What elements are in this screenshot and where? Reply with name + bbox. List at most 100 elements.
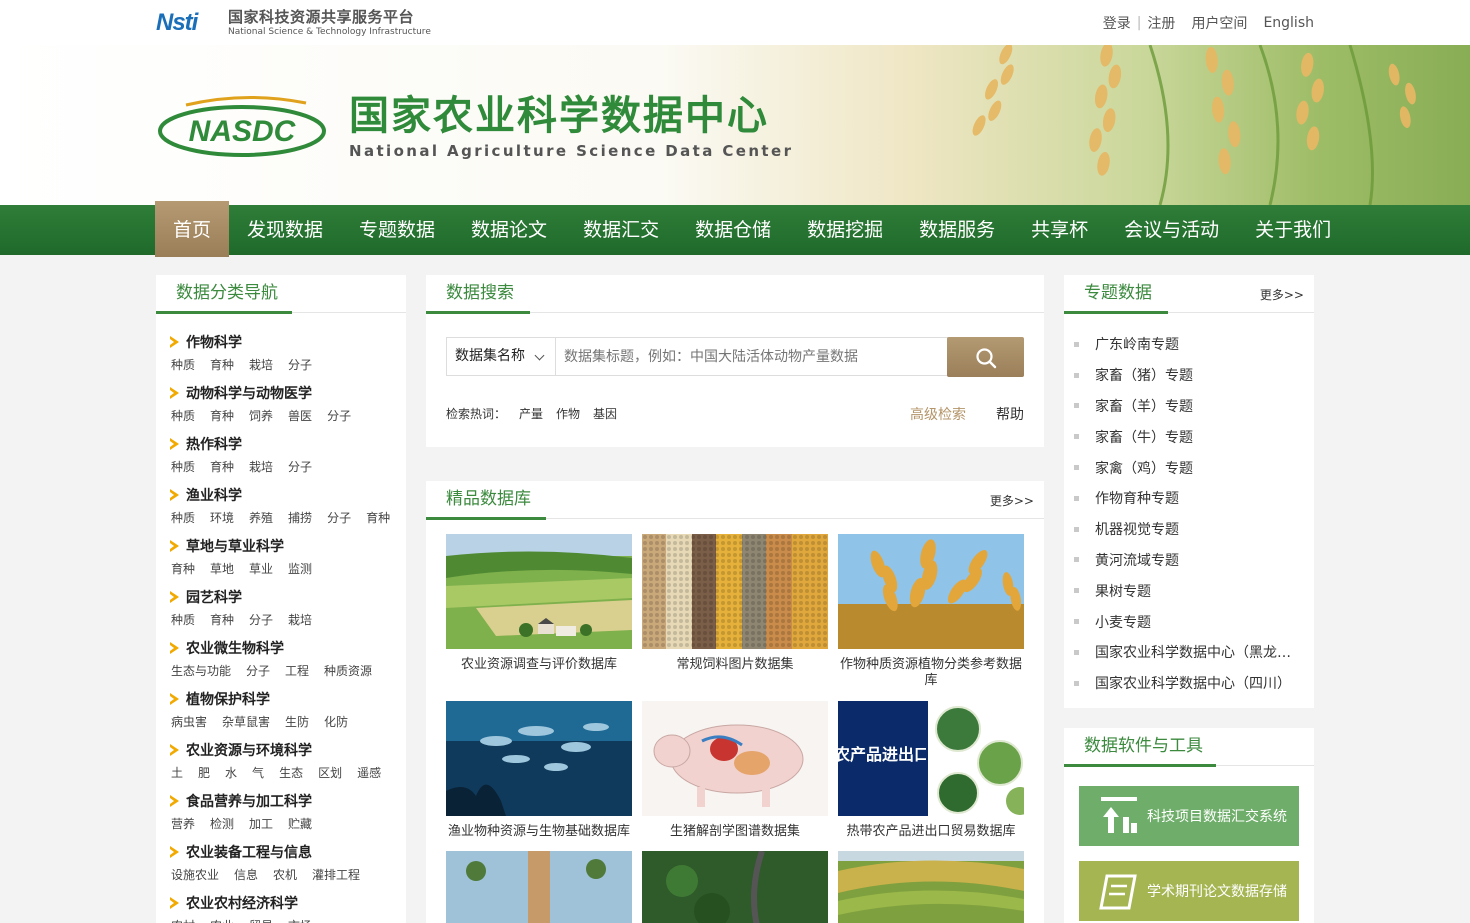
subcategory-link[interactable]: 检测 [210, 815, 234, 832]
category-title[interactable]: 渔业科学 [170, 484, 406, 506]
help-link[interactable]: 帮助 [996, 404, 1024, 424]
database-tile[interactable]: 渔业物种资源与生物基础数据库 [446, 701, 632, 840]
subcategory-link[interactable]: 生防 [285, 713, 309, 730]
topic-item[interactable]: 广东岭南专题 [1074, 329, 1314, 360]
nav-data-mining[interactable]: 数据挖掘 [789, 205, 901, 255]
category-title[interactable]: 农业资源与环境科学 [170, 739, 406, 761]
category-title[interactable]: 农业装备工程与信息 [170, 841, 406, 863]
subcategory-link[interactable]: 气 [252, 764, 264, 781]
subcategory-link[interactable]: 灌排工程 [312, 866, 360, 883]
journal-paper-storage-button[interactable]: 学术期刊论文数据存储 [1079, 861, 1299, 921]
subcategory-link[interactable]: 土 [171, 764, 183, 781]
subcategory-link[interactable]: 饲养 [249, 407, 273, 424]
subcategory-link[interactable]: 兽医 [288, 407, 312, 424]
subcategory-link[interactable]: 信息 [234, 866, 258, 883]
subcategory-link[interactable]: 肥 [198, 764, 210, 781]
category-title[interactable]: 农业农村经济科学 [170, 892, 406, 914]
topic-item[interactable]: 作物育种专题 [1074, 483, 1314, 514]
subcategory-link[interactable]: 工程 [285, 662, 309, 679]
subcategory-link[interactable]: 育种 [210, 611, 234, 628]
database-tile[interactable] [642, 851, 828, 923]
subcategory-link[interactable]: 种质 [171, 611, 195, 628]
english-link[interactable]: English [1263, 15, 1314, 31]
topic-item[interactable]: 国家农业科学数据中心（四川） [1074, 668, 1314, 699]
subcategory-link[interactable]: 贮藏 [288, 815, 312, 832]
subcategory-link[interactable]: 分子 [327, 407, 351, 424]
subcategory-link[interactable]: 分子 [288, 356, 312, 373]
subcategory-link[interactable]: 分子 [288, 458, 312, 475]
hot-word-link[interactable]: 基因 [593, 405, 617, 422]
subcategory-link[interactable]: 草地 [210, 560, 234, 577]
category-title[interactable]: 植物保护科学 [170, 688, 406, 710]
topic-item[interactable]: 果树专题 [1074, 575, 1314, 606]
subcategory-link[interactable]: 生态与功能 [171, 662, 231, 679]
subcategory-link[interactable]: 种质 [171, 509, 195, 526]
login-link[interactable]: 登录 [1103, 13, 1131, 33]
subcategory-link[interactable]: 养殖 [249, 509, 273, 526]
subcategory-link[interactable]: 分子 [246, 662, 270, 679]
search-field-select[interactable]: 数据集名称 [446, 337, 556, 376]
topic-more-link[interactable]: 更多>> [1260, 286, 1304, 303]
subcategory-link[interactable]: 市场 [288, 917, 312, 923]
topic-item[interactable]: 小麦专题 [1074, 606, 1314, 637]
database-tile[interactable]: 农产品进出口 热带农产品进出口贸易数据库 [838, 701, 1024, 840]
database-tile[interactable] [838, 851, 1024, 923]
data-submission-system-button[interactable]: 科技项目数据汇交系统 [1079, 786, 1299, 846]
subcategory-link[interactable]: 育种 [366, 509, 390, 526]
subcategory-link[interactable]: 环境 [210, 509, 234, 526]
subcategory-link[interactable]: 育种 [171, 560, 195, 577]
database-tile[interactable]: 生猪解剖学图谱数据集 [642, 701, 828, 840]
nav-home[interactable]: 首页 [155, 201, 230, 257]
subcategory-link[interactable]: 监测 [288, 560, 312, 577]
subcategory-link[interactable]: 营养 [171, 815, 195, 832]
nav-data-papers[interactable]: 数据论文 [453, 205, 565, 255]
hot-word-link[interactable]: 作物 [556, 405, 580, 422]
nav-data-services[interactable]: 数据服务 [901, 205, 1013, 255]
database-tile[interactable]: 农业资源调查与评价数据库 [446, 534, 632, 673]
user-space-link[interactable]: 用户空间 [1191, 13, 1247, 33]
search-input[interactable] [556, 337, 948, 376]
topic-item[interactable]: 家畜（牛）专题 [1074, 421, 1314, 452]
search-button[interactable] [947, 337, 1024, 377]
subcategory-link[interactable]: 分子 [327, 509, 351, 526]
subcategory-link[interactable]: 草业 [249, 560, 273, 577]
nav-discover-data[interactable]: 发现数据 [229, 205, 341, 255]
subcategory-link[interactable]: 杂草鼠害 [222, 713, 270, 730]
subcategory-link[interactable]: 遥感 [357, 764, 381, 781]
nav-about-us[interactable]: 关于我们 [1237, 205, 1349, 255]
nav-meetings-events[interactable]: 会议与活动 [1106, 205, 1237, 255]
subcategory-link[interactable]: 设施农业 [171, 866, 219, 883]
topic-item[interactable]: 家畜（猪）专题 [1074, 360, 1314, 391]
subcategory-link[interactable]: 分子 [249, 611, 273, 628]
category-title[interactable]: 食品营养与加工科学 [170, 790, 406, 812]
featured-more-link[interactable]: 更多>> [990, 492, 1034, 509]
topic-item[interactable]: 家畜（羊）专题 [1074, 391, 1314, 422]
subcategory-link[interactable]: 种质 [171, 407, 195, 424]
subcategory-link[interactable]: 农村 [171, 917, 195, 923]
category-title[interactable]: 作物科学 [170, 331, 406, 353]
topic-item[interactable]: 机器视觉专题 [1074, 514, 1314, 545]
nsti-logo[interactable]: Nsti 国家科技资源共享服务平台 National Science & Tec… [156, 8, 431, 38]
subcategory-link[interactable]: 病虫害 [171, 713, 207, 730]
subcategory-link[interactable]: 种质 [171, 356, 195, 373]
category-title[interactable]: 草地与草业科学 [170, 535, 406, 557]
nav-data-submission[interactable]: 数据汇交 [565, 205, 677, 255]
subcategory-link[interactable]: 农业 [210, 917, 234, 923]
subcategory-link[interactable]: 育种 [210, 356, 234, 373]
subcategory-link[interactable]: 加工 [249, 815, 273, 832]
topic-item[interactable]: 家禽（鸡）专题 [1074, 452, 1314, 483]
subcategory-link[interactable]: 栽培 [288, 611, 312, 628]
database-tile[interactable] [446, 851, 632, 923]
subcategory-link[interactable]: 栽培 [249, 458, 273, 475]
advanced-search-link[interactable]: 高级检索 [910, 404, 966, 424]
subcategory-link[interactable]: 捕捞 [288, 509, 312, 526]
hot-word-link[interactable]: 产量 [519, 405, 543, 422]
subcategory-link[interactable]: 种质 [171, 458, 195, 475]
subcategory-link[interactable]: 化防 [324, 713, 348, 730]
database-tile[interactable]: 常规饲料图片数据集 [642, 534, 828, 673]
subcategory-link[interactable]: 贸易 [249, 917, 273, 923]
subcategory-link[interactable]: 栽培 [249, 356, 273, 373]
subcategory-link[interactable]: 生态 [279, 764, 303, 781]
subcategory-link[interactable]: 水 [225, 764, 237, 781]
category-title[interactable]: 园艺科学 [170, 586, 406, 608]
